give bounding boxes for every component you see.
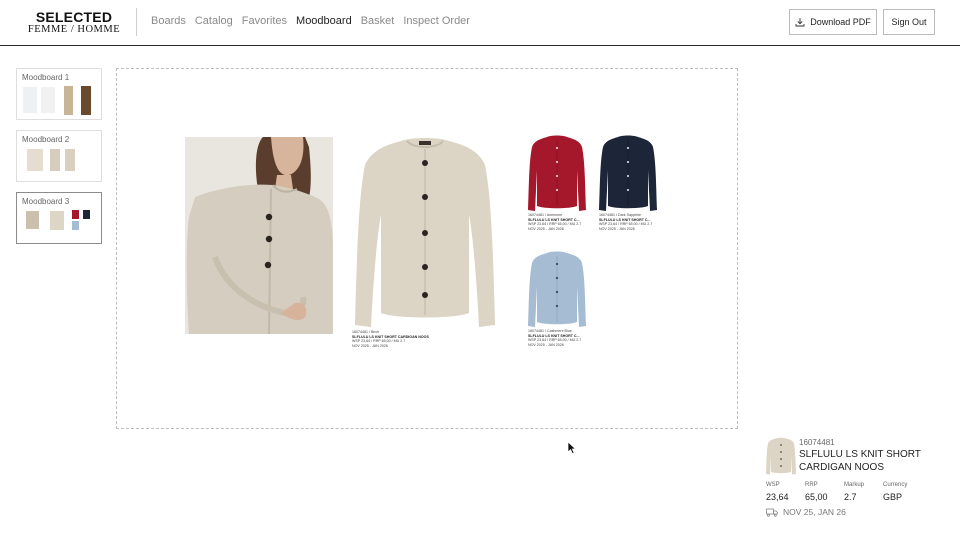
rrp-label: RRP: [805, 482, 818, 488]
product-meta-dark-sapphire: 16074481 / Dark Sapphire SLFLULU LS KNIT…: [599, 213, 652, 231]
detail-product-name: SLFLULU LS KNIT SHORT CARDIGAN NOOS: [799, 449, 921, 473]
sign-out-button[interactable]: Sign Out: [883, 9, 935, 35]
thumbnail-image: [50, 149, 60, 171]
thumbnail-image: [64, 86, 73, 115]
rrp-value: 65,00: [805, 492, 828, 502]
thumbnail-image: [23, 87, 37, 113]
nav-basket[interactable]: Basket: [361, 15, 395, 27]
nav-moodboard[interactable]: Moodboard: [296, 15, 352, 27]
model-photo[interactable]: [185, 137, 333, 334]
download-icon: [795, 18, 805, 27]
moodboard-label: Moodboard 3: [22, 197, 70, 206]
thumbnail-image: [50, 211, 64, 230]
product-card-dark-sapphire[interactable]: [598, 134, 658, 212]
brand-logo[interactable]: SELECTED FEMME / HOMME: [24, 10, 124, 35]
detail-markup: Markup 2.7: [844, 482, 864, 502]
thumbnail-image: [83, 210, 90, 219]
product-dates: NOV 2025 - JAN 2026: [599, 226, 635, 231]
product-card-birch[interactable]: [351, 135, 499, 331]
product-meta-birch: 16074481 / Birch SLFLULU LS KNIT SHORT C…: [352, 330, 429, 348]
delivery-dates: NOV 25, JAN 26: [783, 507, 846, 517]
thumbnail-image: [27, 149, 43, 171]
cardigan-cashmere-blue-image: [528, 251, 586, 327]
top-header: SELECTED FEMME / HOMME Boards Catalog Fa…: [0, 0, 960, 46]
mouse-pointer-icon: [567, 441, 577, 455]
brand-name: SELECTED: [35, 9, 113, 25]
currency-value: GBP: [883, 492, 903, 502]
nav-favorites[interactable]: Favorites: [242, 15, 287, 27]
nav-catalog[interactable]: Catalog: [195, 15, 233, 27]
thumbnail-image: [81, 86, 91, 115]
model-photo-image: [185, 137, 333, 334]
product-meta-cashmere-blue: 16074481 / Cashmere Blue SLFLULU LS KNIT…: [528, 329, 581, 347]
detail-currency: Currency GBP: [883, 482, 907, 502]
header-divider: [136, 8, 137, 36]
wsp-label: WSP: [766, 482, 780, 488]
thumbnail-image: [26, 211, 39, 229]
currency-label: Currency: [883, 482, 908, 488]
cardigan-birch-image: [355, 138, 495, 327]
detail-thumbnail-image: [766, 437, 796, 475]
detail-thumbnail[interactable]: [766, 437, 796, 475]
product-meta-anemone: 16074481 / Anemone SLFLULU LS KNIT SHORT…: [528, 213, 581, 231]
main-nav: Boards Catalog Favorites Moodboard Baske…: [151, 15, 479, 27]
moodboard-label: Moodboard 2: [22, 135, 70, 144]
thumbnail-image: [72, 210, 79, 219]
product-dates: NOV 2025 - JAN 2026: [528, 226, 564, 231]
moodboard-thumb-1[interactable]: Moodboard 1: [16, 68, 102, 120]
brand-subtitle: FEMME / HOMME: [27, 24, 121, 35]
cardigan-dark-sapphire-image: [599, 135, 657, 211]
detail-rrp: RRP 65,00: [805, 482, 828, 502]
truck-icon: [766, 508, 778, 517]
delivery-window: NOV 25, JAN 26: [766, 507, 846, 517]
markup-label: Markup: [844, 482, 865, 488]
product-dates: NOV 2025 - JAN 2026: [352, 343, 388, 348]
product-dates: NOV 2025 - JAN 2026: [528, 342, 564, 347]
nav-inspect-order[interactable]: Inspect Order: [403, 15, 470, 27]
moodboard-thumb-2[interactable]: Moodboard 2: [16, 130, 102, 182]
download-pdf-label: Download PDF: [810, 17, 871, 27]
thumbnail-image: [41, 87, 55, 113]
detail-product-id: 16074481: [799, 438, 835, 447]
product-card-anemone[interactable]: [527, 134, 587, 212]
cardigan-anemone-image: [528, 135, 586, 211]
thumbnail-image: [65, 149, 75, 171]
moodboard-canvas[interactable]: 16074481 / Birch SLFLULU LS KNIT SHORT C…: [116, 68, 738, 429]
download-pdf-button[interactable]: Download PDF: [789, 9, 877, 35]
detail-wsp: WSP 23,64: [766, 482, 789, 502]
thumbnail-image: [72, 221, 79, 230]
moodboard-label: Moodboard 1: [22, 73, 70, 82]
moodboard-thumb-3[interactable]: Moodboard 3: [16, 192, 102, 244]
nav-boards[interactable]: Boards: [151, 15, 186, 27]
markup-value: 2.7: [844, 492, 857, 502]
product-card-cashmere-blue[interactable]: [527, 250, 587, 328]
wsp-value: 23,64: [766, 492, 789, 502]
product-detail-panel: 16074481 SLFLULU LS KNIT SHORT CARDIGAN …: [766, 437, 946, 527]
